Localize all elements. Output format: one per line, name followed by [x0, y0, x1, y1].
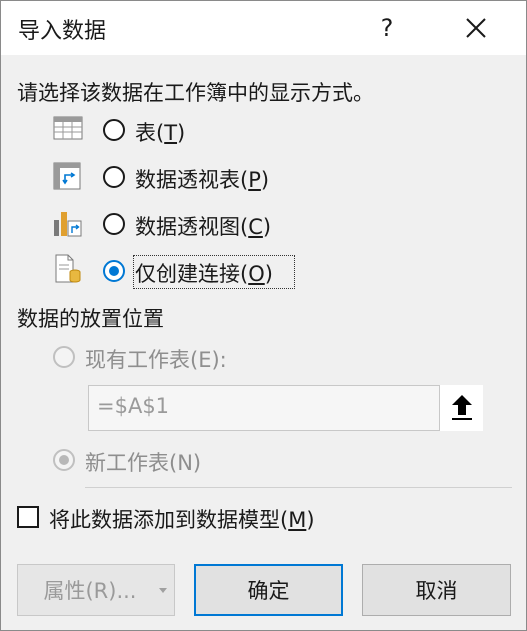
- ok-button[interactable]: 确定: [194, 564, 343, 616]
- data-model-label[interactable]: 将此数据添加到数据模型(M): [49, 504, 315, 534]
- title-bar: 导入数据 ?: [1, 1, 526, 55]
- connection-only-icon: [55, 254, 81, 283]
- arrow-up-icon: [452, 395, 472, 420]
- dropdown-arrow-icon: [159, 588, 167, 593]
- radio-pivot-table[interactable]: [103, 166, 125, 188]
- option-pivot-chart-label[interactable]: 数据透视图(C): [135, 211, 271, 241]
- placement-heading: 数据的放置位置: [17, 307, 164, 331]
- new-worksheet-label[interactable]: 新工作表(N): [85, 447, 201, 477]
- properties-button-label: 属性(R)...: [43, 579, 137, 603]
- pivot-table-icon: [53, 162, 81, 190]
- properties-button[interactable]: 属性(R)...: [17, 564, 175, 616]
- divider: [85, 487, 512, 488]
- pivot-chart-icon: [54, 212, 82, 237]
- cancel-button[interactable]: 取消: [362, 564, 511, 616]
- radio-pivot-chart[interactable]: [103, 213, 125, 235]
- collapse-dialog-button[interactable]: [439, 385, 483, 431]
- import-data-dialog: 导入数据 ? 请选择该数据在工作簿中的显示方式。 表(T) 数据透视表(P) 数…: [0, 0, 527, 631]
- close-icon: [466, 18, 486, 38]
- close-button[interactable]: [449, 1, 503, 55]
- range-reference-value: =$A$1: [97, 394, 170, 418]
- radio-connection-only[interactable]: [103, 260, 125, 282]
- option-connection-only-label[interactable]: 仅创建连接(O): [135, 258, 273, 288]
- option-table-label[interactable]: 表(T): [135, 117, 185, 147]
- radio-table[interactable]: [103, 119, 125, 141]
- existing-worksheet-label[interactable]: 现有工作表(E):: [85, 344, 227, 374]
- help-button[interactable]: ?: [365, 1, 409, 55]
- option-pivot-table-label[interactable]: 数据透视表(P): [135, 164, 269, 194]
- radio-existing-worksheet[interactable]: [53, 346, 75, 368]
- radio-new-worksheet[interactable]: [53, 449, 75, 471]
- data-model-checkbox[interactable]: [17, 506, 39, 528]
- table-icon: [53, 116, 83, 140]
- dialog-title: 导入数据: [18, 19, 107, 44]
- display-prompt: 请选择该数据在工作簿中的显示方式。: [17, 81, 374, 105]
